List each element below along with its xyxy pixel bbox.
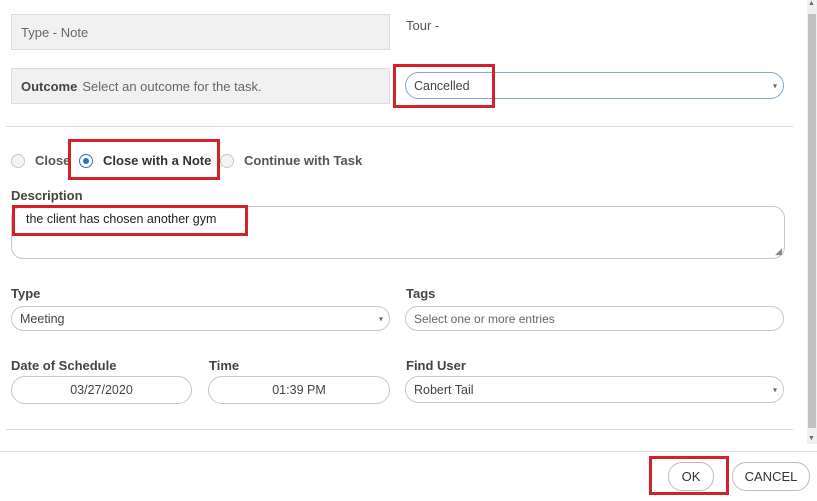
tour-text: Tour - <box>406 18 440 33</box>
radio-close-label: Close <box>35 153 71 168</box>
time-label: Time <box>209 358 240 373</box>
tags-input[interactable]: Select one or more entries <box>405 306 784 331</box>
date-input[interactable]: 03/27/2020 <box>11 376 192 404</box>
tags-placeholder: Select one or more entries <box>414 311 555 326</box>
outcome-highlight <box>393 64 495 108</box>
date-value: 03/27/2020 <box>70 383 133 397</box>
task-type-text: Type - Note <box>21 24 89 40</box>
ok-highlight <box>649 456 729 495</box>
chevron-down-icon: ▾ <box>378 314 383 323</box>
outcome-row: Outcome Select an outcome for the task. <box>11 68 390 104</box>
description-highlight <box>12 205 248 236</box>
close-with-note-highlight <box>68 139 220 180</box>
radio-continue-icon[interactable] <box>220 153 234 168</box>
time-input[interactable]: 01:39 PM <box>208 376 390 404</box>
divider-bottom <box>6 429 793 430</box>
outcome-hint: Select an outcome for the task. <box>82 78 262 94</box>
radio-close-icon[interactable] <box>11 153 25 168</box>
tags-label: Tags <box>406 286 436 301</box>
scroll-up-icon[interactable]: ▲ <box>808 0 815 7</box>
type-label: Type <box>11 286 41 301</box>
cancel-button[interactable]: CANCEL <box>732 462 810 491</box>
chevron-down-icon: ▾ <box>772 81 777 90</box>
description-label: Description <box>11 188 83 203</box>
date-label: Date of Schedule <box>11 358 117 373</box>
scroll-down-icon[interactable]: ▼ <box>808 435 815 442</box>
radio-close[interactable]: Close <box>11 153 70 168</box>
outcome-label: Outcome <box>21 78 78 94</box>
cancel-button-label: CANCEL <box>744 469 798 484</box>
find-user-label: Find User <box>406 358 466 373</box>
divider-top <box>6 126 793 127</box>
radio-continue-with-task[interactable]: Continue with Task <box>220 153 362 168</box>
time-value: 01:39 PM <box>272 383 326 397</box>
chevron-down-icon: ▾ <box>772 385 777 394</box>
scrollbar-thumb[interactable] <box>808 14 816 428</box>
vertical-scrollbar[interactable]: ▲ ▼ <box>807 0 817 444</box>
type-select[interactable]: Meeting ▾ <box>11 306 390 331</box>
type-select-value: Meeting <box>20 311 65 326</box>
radio-continue-with-task-label: Continue with Task <box>244 153 363 168</box>
task-type-display: Type - Note <box>11 14 390 50</box>
find-user-value: Robert Tail <box>414 382 474 397</box>
resize-handle-icon[interactable]: ◢ <box>775 246 782 257</box>
find-user-select[interactable]: Robert Tail ▾ <box>405 376 784 403</box>
